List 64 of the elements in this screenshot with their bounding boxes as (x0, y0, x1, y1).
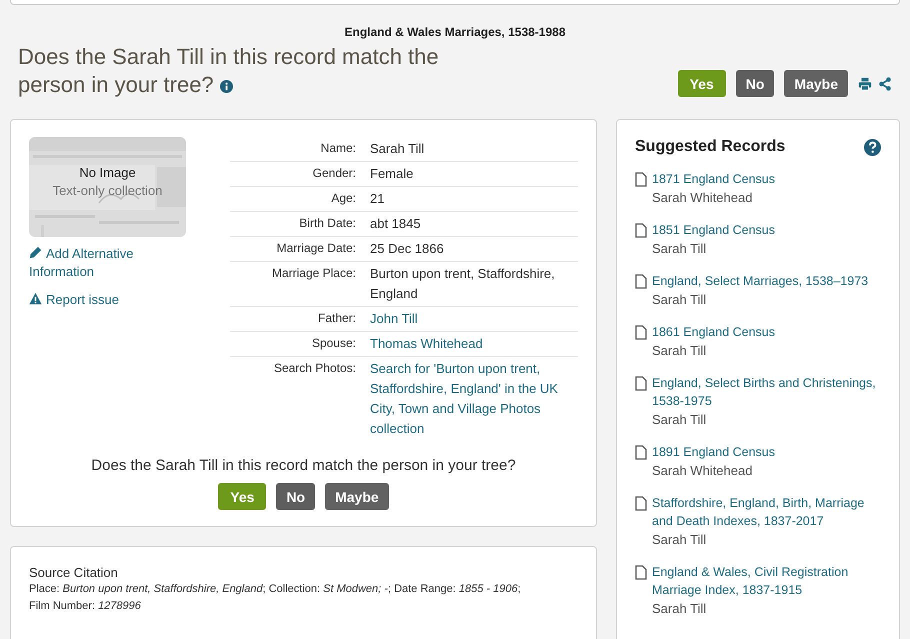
record-link[interactable]: England, Select Births and Christenings, 1538-1975 (652, 374, 881, 410)
field-label: Age: (330, 190, 356, 207)
person-name: Sarah Till (652, 411, 708, 429)
field-label: Birth Date: (298, 215, 356, 232)
person-name: Sarah Till (652, 291, 708, 309)
document-icon (635, 565, 647, 580)
document-icon (635, 496, 647, 511)
person-name: Sarah Till (652, 342, 708, 360)
field-value: 21 (370, 190, 386, 208)
record-link[interactable]: 1851 England Census (652, 221, 776, 239)
person-name: Sarah Whitehead (652, 189, 754, 207)
maybe-button[interactable]: Maybe (784, 70, 848, 97)
field-label: Marriage Date: (276, 240, 356, 257)
no-button[interactable]: No (276, 483, 316, 510)
maybe-button[interactable]: Maybe (325, 483, 389, 510)
help-icon[interactable] (864, 138, 881, 156)
pencil-icon (29, 246, 42, 259)
yes-button[interactable]: Yes (218, 483, 266, 510)
record-link[interactable]: England & Wales, Civil Registration Marriage Index, 1837-1915 (652, 563, 881, 599)
field-value: abt 1845 (370, 215, 422, 233)
source-title: Source Citation (29, 565, 119, 580)
record-link[interactable]: England, Select Marriages, 1538–1973 (652, 272, 868, 290)
field-value: Female (370, 165, 414, 183)
field-link[interactable]: John Till (370, 309, 422, 329)
collection-title: England & Wales Marriages, 1538-1988 (344, 25, 566, 39)
add-alternative-link[interactable]: Add Alternative Information (29, 245, 186, 281)
document-icon (635, 223, 647, 238)
field-link[interactable]: Search for 'Burton upon trent, Staffordshire, England' in the UK City, Town and Village Photos collection (370, 359, 578, 439)
document-icon (635, 172, 647, 187)
yes-button[interactable]: Yes (678, 70, 726, 97)
record-link[interactable]: 1891 England Census (652, 443, 776, 461)
field-label: Marriage Place: (270, 265, 356, 282)
panel-title: Suggested Records (635, 138, 786, 156)
field-label: Search Photos: (272, 360, 356, 377)
document-icon (635, 376, 647, 391)
no-button[interactable]: No (736, 70, 774, 97)
document-icon (635, 325, 647, 340)
warning-icon (29, 292, 42, 305)
match-question: Does the Sarah Till in this record match the person in your tree? (18, 43, 440, 99)
person-name: Sarah Whitehead (652, 462, 754, 480)
field-label: Spouse: (310, 335, 356, 352)
field-label: Father: (316, 310, 356, 327)
citation-text: Place: Burton upon trent, Staffordshire, England; Collection: St Modwen; -; Date Range: 1855 - 1906; Film Number: 1278996 (29, 582, 522, 614)
field-label: Gender: (312, 165, 356, 182)
record-link[interactable]: 1861 England Census (652, 323, 776, 341)
person-name: Sarah Till (652, 240, 708, 258)
share-icon[interactable] (878, 76, 892, 90)
field-value: Sarah Till (370, 140, 426, 158)
text-only-label: Text-only collection (52, 183, 164, 198)
record-link[interactable]: 1871 England Census (652, 170, 776, 188)
field-value: 25 Dec 1866 (370, 240, 445, 258)
document-icon (635, 445, 647, 460)
field-link[interactable]: Thomas Whitehead (370, 334, 487, 354)
person-name: Sarah Till (652, 531, 708, 549)
field-value: Burton upon trent, Staffordshire, England (370, 265, 556, 303)
print-icon[interactable] (858, 76, 872, 90)
document-icon (635, 274, 647, 289)
no-image-label: No Image (78, 165, 137, 180)
record-link[interactable]: Staffordshire, England, Birth, Marriage and Death Indexes, 1837-2017 (652, 494, 881, 530)
info-icon[interactable] (220, 80, 233, 93)
person-name: Sarah Till (652, 600, 708, 618)
field-label: Name: (320, 140, 356, 157)
report-issue-link[interactable]: Report issue (29, 291, 186, 309)
match-question: Does the Sarah Till in this record match the person in your tree? (90, 457, 517, 474)
